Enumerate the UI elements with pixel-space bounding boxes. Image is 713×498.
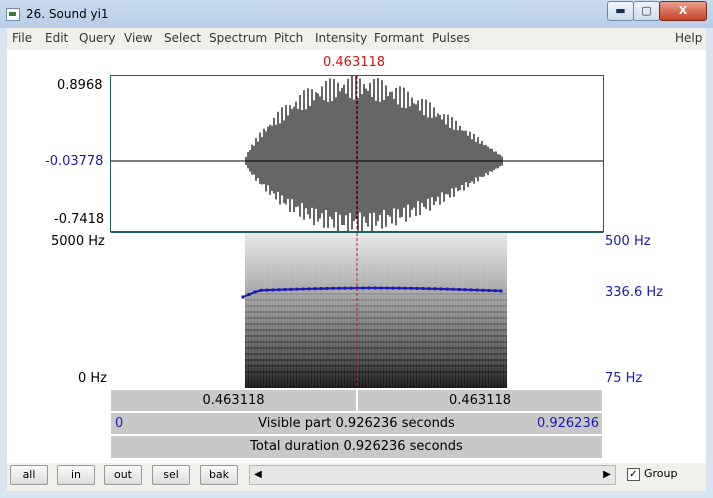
cursor-time-label: 0.463118	[323, 55, 386, 70]
maximize-button[interactable]: ▢	[633, 1, 660, 21]
right-segment-time: 0.463118	[448, 393, 512, 408]
pitch-value-label: 336.6 Hz	[605, 285, 663, 300]
zoom-all-button[interactable]: all	[10, 465, 48, 485]
wave-cursor-value-label: -0.03778	[45, 154, 104, 169]
total-duration-label: Total duration 0.926236 seconds	[250, 439, 463, 454]
waveform-graph	[111, 76, 603, 231]
editor-window: File Edit Query View Select Spectrum Pit…	[7, 28, 706, 491]
scroll-right-icon[interactable]: ▶	[600, 467, 614, 483]
visible-end-time: 0.926236	[536, 416, 599, 431]
menu-pitch[interactable]: Pitch	[274, 31, 303, 45]
praat-app-icon	[6, 8, 20, 21]
zoom-out-button[interactable]: out	[104, 465, 142, 485]
wave-max-label: 0.8968	[57, 78, 103, 93]
close-button[interactable]: X	[659, 1, 707, 21]
menu-edit[interactable]: Edit	[45, 31, 68, 45]
right-segment-bar[interactable]: 0.463118	[357, 389, 603, 412]
visible-part-label: Visible part 0.926236 seconds	[258, 416, 455, 431]
left-segment-bar[interactable]: 0.463118	[110, 389, 357, 412]
menu-intensity[interactable]: Intensity	[315, 31, 367, 45]
window-title: 26. Sound yi1	[26, 7, 109, 21]
menu-select[interactable]: Select	[164, 31, 201, 45]
sound-canvas[interactable]: 0.463118 0.8968 -0.03778 -0.7418 5000 Hz…	[7, 50, 706, 483]
menu-view[interactable]: View	[124, 31, 152, 45]
spectrogram-graph	[241, 233, 507, 388]
title-bar: 26. Sound yi1 ▬ ▢ X	[0, 0, 713, 28]
menu-bar: File Edit Query View Select Spectrum Pit…	[7, 28, 706, 48]
zoom-back-button[interactable]: bak	[200, 465, 238, 485]
spec-freq-bottom-label: 0 Hz	[78, 371, 108, 386]
wave-min-label: -0.7418	[54, 212, 105, 227]
spec-freq-top-label: 5000 Hz	[51, 234, 105, 249]
visible-part-bar[interactable]: 0 Visible part 0.926236 seconds 0.926236	[110, 412, 603, 435]
menu-formant[interactable]: Formant	[374, 31, 424, 45]
pitch-bottom-label: 75 Hz	[605, 371, 643, 386]
scroll-left-icon[interactable]: ◀	[251, 467, 265, 483]
spectrogram-panel[interactable]	[110, 232, 604, 389]
menu-pulses[interactable]: Pulses	[432, 31, 470, 45]
pitch-top-label: 500 Hz	[605, 234, 651, 249]
horizontal-scrollbar[interactable]: ◀ ▶	[249, 465, 616, 485]
zoom-selection-button[interactable]: sel	[152, 465, 190, 485]
group-label: Group	[644, 467, 678, 480]
menu-spectrum[interactable]: Spectrum	[209, 31, 267, 45]
menu-help[interactable]: Help	[675, 31, 702, 45]
bottom-toolbar: all in out sel bak ◀ ▶ ✓ Group	[7, 463, 706, 491]
minimize-button[interactable]: ▬	[607, 1, 634, 21]
menu-file[interactable]: File	[12, 31, 32, 45]
waveform-panel[interactable]	[110, 75, 604, 232]
left-segment-time: 0.463118	[202, 393, 265, 408]
group-checkbox[interactable]: ✓	[627, 468, 640, 481]
zoom-in-button[interactable]: in	[57, 465, 95, 485]
total-duration-bar[interactable]: Total duration 0.926236 seconds	[110, 435, 603, 459]
menu-query[interactable]: Query	[79, 31, 115, 45]
